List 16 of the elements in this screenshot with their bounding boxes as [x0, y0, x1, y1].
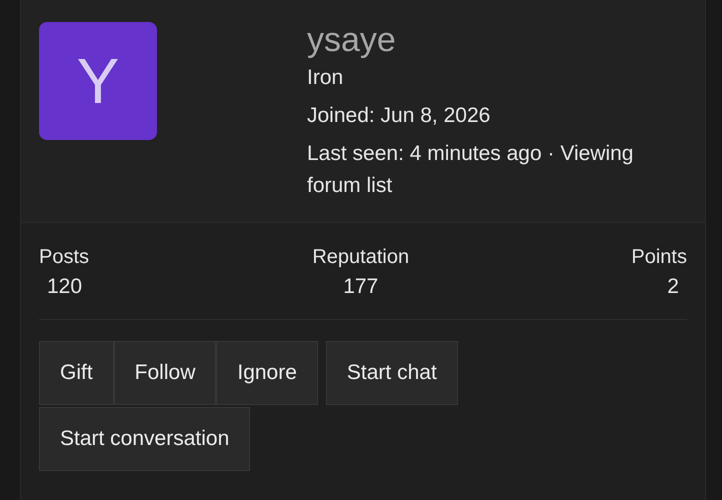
stat-value: 177 — [342, 274, 380, 300]
username[interactable]: ysaye — [307, 20, 687, 60]
action-button[interactable]: Start conversation — [39, 407, 250, 471]
avatar: Y — [39, 22, 157, 140]
joined-date: Joined: Jun 8, 2026 — [307, 103, 492, 129]
action-button[interactable]: Gift — [39, 341, 114, 405]
stat-label: Reputation — [312, 245, 410, 270]
action-button[interactable]: Follow — [114, 341, 216, 405]
action-button[interactable]: Start chat — [326, 341, 458, 405]
stat-value: 120 — [46, 274, 84, 300]
user-rank: Iron — [307, 65, 344, 91]
last-seen: Last seen: 4 minutes ago · Viewing forum list — [307, 141, 634, 199]
stat-label: Points — [631, 245, 687, 270]
stat-label: Posts — [39, 245, 90, 270]
action-button[interactable]: Ignore — [216, 341, 318, 405]
stat-value: 2 — [666, 274, 680, 300]
